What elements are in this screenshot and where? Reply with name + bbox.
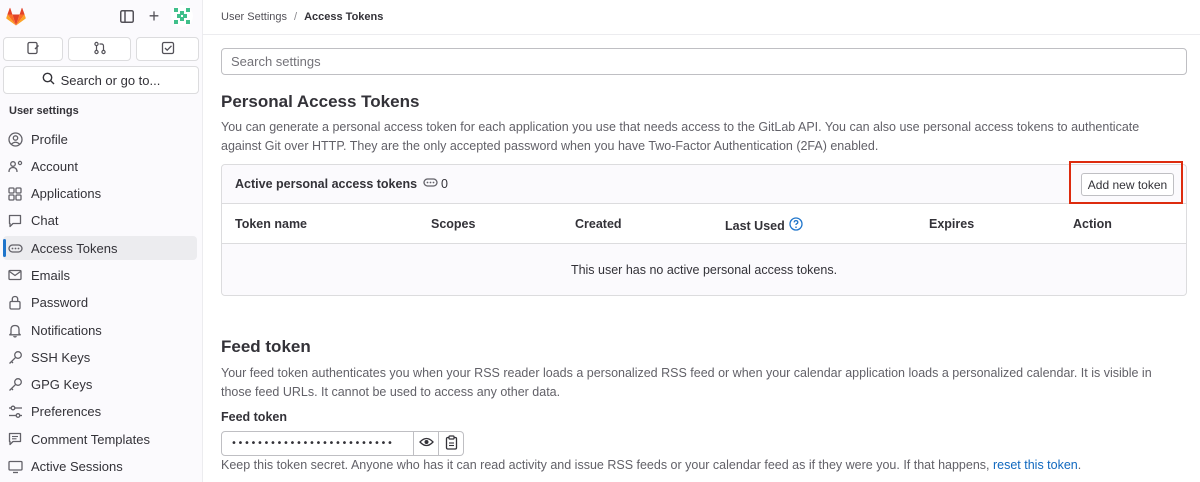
active-tokens-count-value: 0 <box>441 177 448 191</box>
column-last-used-label: Last Used <box>725 218 785 233</box>
todo-checkbox-icon <box>161 41 175 58</box>
sidebar-item-label: Comment Templates <box>31 431 150 447</box>
sidebar-item-applications[interactable]: Applications <box>3 182 197 206</box>
sidebar-item-password[interactable]: Password <box>3 291 197 315</box>
active-tokens-label: Active personal access tokens <box>235 177 418 191</box>
feed-token-field[interactable]: ••••••••••••••••••••••••• <box>221 431 414 456</box>
lock-icon <box>7 295 23 311</box>
column-action: Action <box>1073 217 1112 231</box>
sidebar-nav: Profile Account Applications Chat Access… <box>0 127 202 479</box>
breadcrumb: User Settings / Access Tokens <box>203 0 1200 35</box>
eye-icon <box>418 436 434 451</box>
sidebar-item-label: GPG Keys <box>31 377 93 393</box>
gitlab-logo-icon[interactable] <box>6 7 26 26</box>
feed-token-help-text: Keep this token secret. Anyone who has i… <box>221 458 993 472</box>
add-new-token-button[interactable]: Add new token <box>1081 173 1174 196</box>
sidebar-item-label: Notifications <box>31 322 102 338</box>
reset-token-link[interactable]: reset this token <box>993 458 1078 472</box>
avatar[interactable] <box>171 5 193 27</box>
feed-token-field-label: Feed token <box>221 410 287 424</box>
tokens-table-header: Token name Scopes Created Last Used Expi… <box>222 204 1186 244</box>
sidebar-item-label: Password <box>31 295 89 311</box>
clipboard-icon <box>445 434 458 453</box>
search-settings-input[interactable]: Search settings <box>221 48 1187 75</box>
merge-requests-button[interactable] <box>68 37 132 61</box>
sidebar-item-label: Preferences <box>31 404 102 420</box>
search-icon <box>42 72 55 88</box>
sidebar-item-account[interactable]: Account <box>3 154 197 178</box>
active-tokens-header: Active personal access tokens 0 Add new … <box>222 161 1186 204</box>
reveal-token-button[interactable] <box>414 431 439 456</box>
applications-icon <box>7 186 23 202</box>
bell-icon <box>7 322 23 338</box>
merge-request-icon <box>93 41 107 58</box>
comment-icon <box>7 431 23 447</box>
token-icon <box>423 175 438 193</box>
feed-token-description: Your feed token authenticates you when y… <box>221 366 1152 399</box>
sidebar-item-comment-templates[interactable]: Comment Templates <box>3 427 197 451</box>
sidebar-item-label: Applications <box>31 186 102 202</box>
create-new-icon[interactable]: + <box>146 7 162 25</box>
sidebar-item-notifications[interactable]: Notifications <box>3 318 197 342</box>
feed-token-title: Feed token <box>221 337 311 356</box>
column-expires[interactable]: Expires <box>929 217 974 231</box>
copy-token-button[interactable] <box>439 431 464 456</box>
main-content: User Settings / Access Tokens Search set… <box>203 0 1200 482</box>
todos-button[interactable] <box>136 37 199 61</box>
quick-actions <box>0 37 202 61</box>
column-last-used[interactable]: Last Used <box>725 217 803 234</box>
personal-access-tokens-title: Personal Access Tokens <box>221 92 420 111</box>
feed-token-help: Keep this token secret. Anyone who has i… <box>221 458 1081 472</box>
active-tokens-card: Active personal access tokens 0 Add new … <box>221 161 1187 296</box>
issues-icon <box>26 41 40 58</box>
account-icon <box>7 158 23 174</box>
feed-token-help-end: . <box>1077 458 1082 472</box>
sidebar-item-access-tokens[interactable]: Access Tokens <box>3 236 197 261</box>
breadcrumb-user-settings[interactable]: User Settings <box>221 11 287 23</box>
help-icon[interactable] <box>789 217 803 234</box>
chat-icon <box>7 213 23 229</box>
mail-icon <box>7 267 23 283</box>
sidebar-item-gpg-keys[interactable]: GPG Keys <box>3 373 197 397</box>
search-label: Search or go to... <box>60 72 161 88</box>
sidebar-item-label: Emails <box>31 267 71 283</box>
sidebar-item-label: Chat <box>31 213 59 229</box>
monitor-icon <box>7 459 23 475</box>
issues-button[interactable] <box>3 37 64 61</box>
personal-access-tokens-description: You can generate a personal access token… <box>221 120 1140 153</box>
token-icon <box>7 240 23 256</box>
tokens-empty-state: This user has no active personal access … <box>222 244 1186 295</box>
sidebar-item-preferences[interactable]: Preferences <box>3 400 197 424</box>
key-icon <box>7 349 23 365</box>
sidebar-item-label: Profile <box>31 131 68 147</box>
sidebar-header: + <box>0 0 202 34</box>
sidebar-item-label: Access Tokens <box>31 240 118 256</box>
sidebar-item-label: Account <box>31 158 78 174</box>
column-token-name[interactable]: Token name <box>235 217 307 231</box>
sidebar-item-label: Active Sessions <box>31 459 123 475</box>
breadcrumb-separator: / <box>294 11 298 23</box>
sidebar-section-title: User settings <box>9 105 79 117</box>
column-scopes[interactable]: Scopes <box>431 217 475 231</box>
key-icon <box>7 377 23 393</box>
sidebar-item-ssh-keys[interactable]: SSH Keys <box>3 345 197 369</box>
sidebar-item-chat[interactable]: Chat <box>3 209 197 233</box>
toggle-sidebar-icon[interactable] <box>119 8 135 24</box>
sidebar-item-active-sessions[interactable]: Active Sessions <box>3 455 197 479</box>
column-created[interactable]: Created <box>575 217 622 231</box>
sidebar-item-emails[interactable]: Emails <box>3 263 197 287</box>
feed-token-input-group: ••••••••••••••••••••••••• <box>221 431 464 456</box>
search-or-go-button[interactable]: Search or go to... <box>3 66 199 94</box>
sidebar-item-profile[interactable]: Profile <box>3 127 197 151</box>
sidebar: + Search or go to... User settings Profi… <box>0 0 203 482</box>
active-tokens-count: 0 <box>423 175 448 193</box>
preferences-icon <box>7 404 23 420</box>
sidebar-item-label: SSH Keys <box>31 349 91 365</box>
breadcrumb-access-tokens[interactable]: Access Tokens <box>304 11 383 23</box>
profile-icon <box>7 131 23 147</box>
